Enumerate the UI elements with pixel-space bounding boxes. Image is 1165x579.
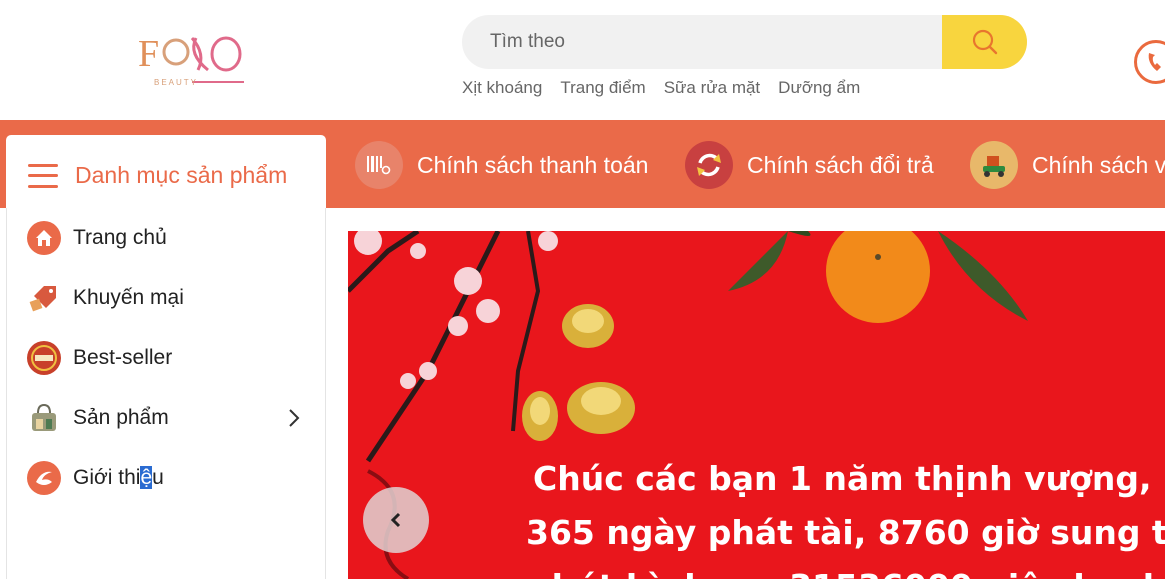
refresh-icon xyxy=(685,141,733,189)
sidebar-item-about[interactable]: Giới thiệu xyxy=(27,458,307,498)
policy-payment-label: Chính sách thanh toán xyxy=(417,151,649,178)
popular-keywords: Xịt khoáng Trang điểm Sữa rửa mặt Dưỡng … xyxy=(462,78,860,98)
carousel-prev-button[interactable] xyxy=(363,487,429,553)
svg-text:BEAUTY: BEAUTY xyxy=(154,78,198,87)
foxo-logo[interactable]: F BEAUTY xyxy=(136,26,248,88)
delivery-icon xyxy=(970,141,1018,189)
sidebar-item-promotion[interactable]: Khuyến mại xyxy=(27,278,307,318)
hero-banner[interactable]: Chúc các bạn 1 năm thịnh vượng, 12 tháng… xyxy=(348,231,1165,579)
search-icon xyxy=(972,29,997,55)
search-button[interactable] xyxy=(942,15,1027,69)
keyword-link[interactable]: Xịt khoáng xyxy=(462,78,542,98)
header: F BEAUTY Xịt khoáng Trang điểm Sữa rửa m… xyxy=(0,0,1165,120)
sale-tag-icon xyxy=(27,281,61,315)
keyword-link[interactable]: Sữa rửa mặt xyxy=(664,78,760,98)
sidebar-item-label: Khuyến mại xyxy=(73,286,184,309)
policy-delivery-label: Chính sách v xyxy=(1032,151,1165,178)
greeting-line: Chúc các bạn 1 năm thịnh vượng, 12 tháng xyxy=(533,459,1165,498)
keyword-link[interactable]: Dưỡng ẩm xyxy=(778,78,860,98)
keyword-link[interactable]: Trang điểm xyxy=(560,78,645,98)
category-title: Danh mục sản phẩm xyxy=(75,162,288,188)
policy-return-label: Chính sách đổi trả xyxy=(747,151,934,178)
chevron-right-icon[interactable] xyxy=(287,408,301,428)
barcode-icon xyxy=(355,141,403,189)
sidebar-item-label: Sản phẩm xyxy=(73,406,169,429)
category-sidebar: Trang chủ Khuyến mại Best-seller Sản phẩ… xyxy=(6,208,326,579)
greeting-line: 365 ngày phát tài, 8760 giờ sung túc, 52… xyxy=(526,513,1165,552)
sidebar-item-home[interactable]: Trang chủ xyxy=(27,218,307,258)
sidebar-item-products[interactable]: Sản phẩm xyxy=(27,398,307,438)
search-input[interactable] xyxy=(462,15,942,69)
best-seller-badge-icon xyxy=(27,341,61,375)
text-selection: ệ xyxy=(140,466,153,489)
policy-delivery[interactable]: Chính sách v xyxy=(970,140,1165,190)
sidebar-item-label: Giới thiệu xyxy=(73,466,164,489)
chevron-left-icon xyxy=(390,512,401,528)
hamburger-menu-icon xyxy=(28,163,58,188)
search-bar xyxy=(462,15,1027,69)
policy-return[interactable]: Chính sách đổi trả xyxy=(685,140,934,190)
phone-icon[interactable] xyxy=(1134,40,1165,84)
sidebar-item-best-seller[interactable]: Best-seller xyxy=(27,338,307,378)
policy-payment[interactable]: Chính sách thanh toán xyxy=(355,140,648,190)
bag-icon xyxy=(27,401,61,435)
nav-bar: Danh mục sản phẩm Chính sách thanh toán … xyxy=(0,120,1165,208)
svg-text:F: F xyxy=(138,33,159,75)
sidebar-item-label: Best-seller xyxy=(73,346,173,369)
greeting-line: phút bình an, 31536000 giây hạnh phúc xyxy=(528,567,1165,579)
foxo-icon xyxy=(27,461,61,495)
category-menu-toggle[interactable]: Danh mục sản phẩm xyxy=(6,135,326,208)
home-icon xyxy=(27,221,61,255)
sidebar-item-label: Trang chủ xyxy=(73,226,167,249)
